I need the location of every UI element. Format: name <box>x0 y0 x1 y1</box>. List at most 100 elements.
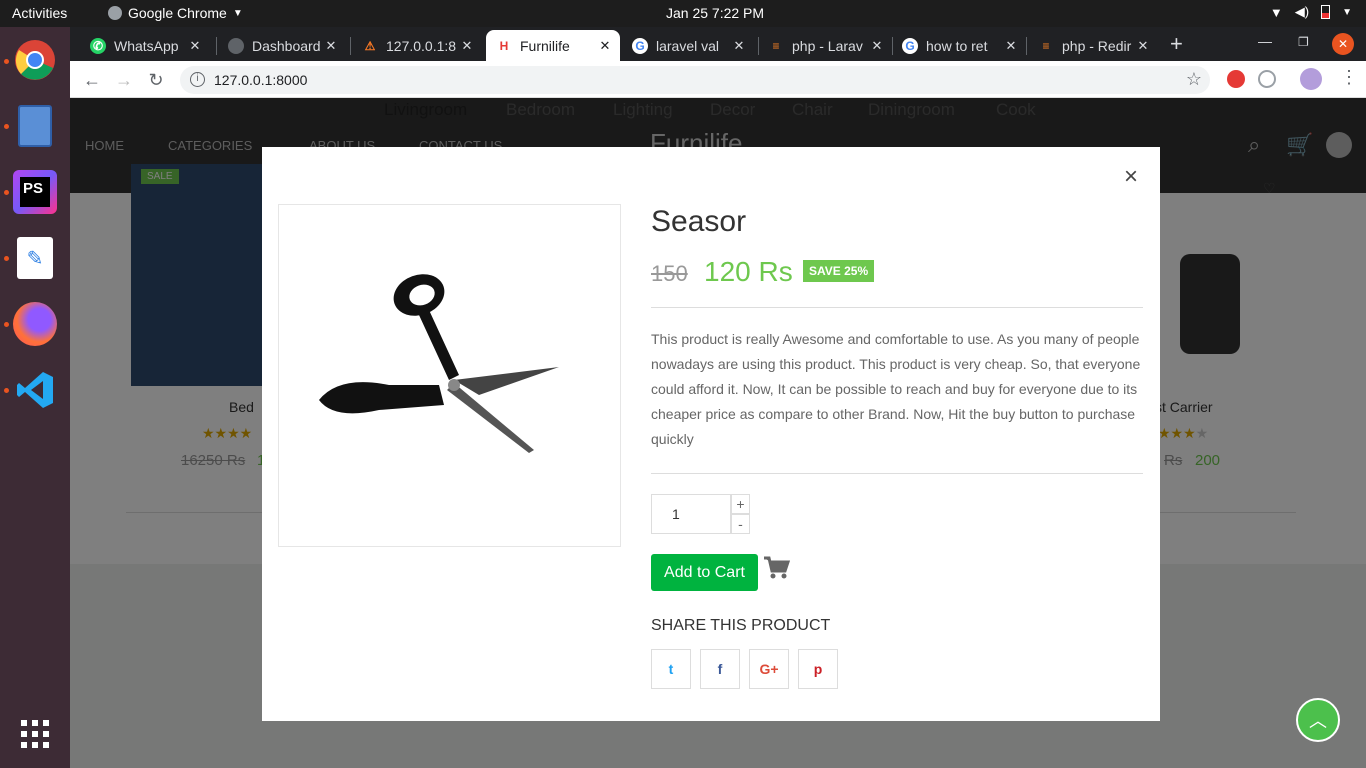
bookmark-star-icon[interactable]: ☆ <box>1186 69 1202 90</box>
tab-separator <box>216 37 217 55</box>
minimize-button[interactable]: — <box>1258 33 1272 49</box>
close-tab-icon[interactable]: ✕ <box>730 38 748 54</box>
close-tab-icon[interactable]: ✕ <box>458 38 476 54</box>
new-price: 120 Rs <box>704 256 793 287</box>
forward-button[interactable]: → <box>112 68 136 92</box>
close-tab-icon[interactable]: ✕ <box>322 38 340 54</box>
stackoverflow-icon: ≡ <box>1042 38 1050 53</box>
globe-icon <box>228 37 244 54</box>
tab-label: Dashboard <box>252 37 321 54</box>
scissors-icon <box>319 274 559 453</box>
tab-label: Furnilife <box>520 37 570 54</box>
running-indicator <box>4 59 9 64</box>
info-icon[interactable]: i <box>190 72 205 87</box>
system-tray[interactable]: ▼ ◀) ▼ <box>1270 4 1352 20</box>
facebook-icon: f <box>717 661 723 677</box>
furnilife-icon: H <box>499 38 509 53</box>
firefox-icon[interactable] <box>11 300 59 348</box>
product-description: This product is really Awesome and comfo… <box>651 331 1141 447</box>
tab-php-laravel[interactable]: ≡ php - Larav ✕ <box>758 30 892 61</box>
activities-button[interactable]: Activities <box>12 5 67 21</box>
avatar[interactable] <box>1300 68 1322 90</box>
chevron-up-icon: ︿ <box>1309 711 1327 731</box>
tab-dashboard[interactable]: Dashboard ✕ <box>218 30 346 61</box>
close-tab-icon[interactable]: ✕ <box>868 38 886 54</box>
close-modal-icon[interactable]: × <box>1124 163 1138 191</box>
stackoverflow-icon: ≡ <box>772 38 780 53</box>
address-bar-row: ← → ↻ i 127.0.0.1:8000 ☆ ⋮ <box>70 61 1366 98</box>
pinterest-icon: p <box>813 661 823 677</box>
extension-icon[interactable] <box>1227 70 1245 88</box>
tab-label: WhatsApp <box>114 37 179 54</box>
files-icon[interactable] <box>11 102 59 150</box>
facebook-share-button[interactable]: f <box>700 649 740 689</box>
old-price: 150 <box>651 261 688 286</box>
chrome-icon[interactable] <box>11 36 59 84</box>
share-title: SHARE THIS PRODUCT <box>651 617 831 634</box>
url-text: 127.0.0.1:8000 <box>214 72 308 88</box>
tab-furnilife[interactable]: H Furnilife ✕ <box>486 30 620 61</box>
cart-icon <box>762 554 791 582</box>
volume-icon: ◀) <box>1294 4 1310 19</box>
globe-extension-icon[interactable] <box>1258 70 1276 88</box>
phpstorm-icon[interactable]: PS <box>11 168 59 216</box>
divider <box>651 307 1143 308</box>
wifi-icon: ▼ <box>1269 4 1283 20</box>
quantity-decrease-button[interactable]: - <box>731 514 750 534</box>
tab-php-redirect[interactable]: ≡ php - Redir ✕ <box>1028 30 1158 61</box>
quantity-increase-button[interactable]: + <box>731 494 750 514</box>
system-top-bar: Activities Google Chrome ▼ Jan 25 7:22 P… <box>0 0 1366 27</box>
app-grid-icon[interactable] <box>11 710 59 758</box>
running-indicator <box>4 256 9 261</box>
reload-button[interactable]: ↻ <box>144 68 168 92</box>
back-button[interactable]: ← <box>80 68 104 92</box>
chevron-down-icon: ▼ <box>1342 6 1352 18</box>
google-plus-icon: G+ <box>759 661 779 677</box>
text-editor-icon[interactable]: ✎ <box>11 234 59 282</box>
clock[interactable]: Jan 25 7:22 PM <box>666 5 764 21</box>
tab-whatsapp[interactable]: ✆ WhatsApp ✕ <box>80 30 210 61</box>
new-tab-button[interactable]: + <box>1170 31 1183 57</box>
app-menu[interactable]: Google Chrome ▼ <box>108 5 243 21</box>
running-indicator <box>4 190 9 195</box>
running-indicator <box>4 322 9 327</box>
chevron-down-icon: ▼ <box>232 7 243 19</box>
close-window-button[interactable]: ✕ <box>1332 33 1354 55</box>
product-title: Seasor <box>651 205 747 238</box>
whatsapp-icon: ✆ <box>90 37 106 54</box>
scroll-to-top-button[interactable]: ︿ <box>1296 698 1340 742</box>
pinterest-share-button[interactable]: p <box>798 649 838 689</box>
tab-label: php - Larav <box>792 37 863 54</box>
twitter-share-button[interactable]: t <box>651 649 691 689</box>
close-tab-icon[interactable]: ✕ <box>1002 38 1020 54</box>
url-input[interactable]: i 127.0.0.1:8000 ☆ <box>180 66 1210 94</box>
close-tab-icon[interactable]: ✕ <box>596 38 614 54</box>
battery-icon <box>1321 5 1331 19</box>
quick-view-modal: × Seasor 150 120 Rs SAVE 25% This produc… <box>262 147 1160 721</box>
product-image <box>278 204 621 547</box>
tab-label: how to ret <box>926 37 988 54</box>
close-tab-icon[interactable]: ✕ <box>186 38 204 54</box>
chrome-icon <box>108 6 122 20</box>
xampp-icon: ⚠ <box>364 38 376 53</box>
more-menu-icon[interactable]: ⋮ <box>1340 67 1358 88</box>
add-to-cart-button[interactable]: Add to Cart <box>651 554 758 591</box>
app-menu-label: Google Chrome <box>128 5 227 21</box>
tab-label: php - Redir <box>1062 37 1132 54</box>
close-tab-icon[interactable]: ✕ <box>1134 38 1152 54</box>
divider <box>651 473 1143 474</box>
save-badge: SAVE 25% <box>803 260 875 282</box>
tab-label: laravel val <box>656 37 720 54</box>
google-plus-share-button[interactable]: G+ <box>749 649 789 689</box>
vscode-icon[interactable] <box>11 366 59 414</box>
tab-how-to[interactable]: G how to ret ✕ <box>892 30 1026 61</box>
twitter-icon: t <box>668 661 674 677</box>
quantity-input[interactable]: 1 <box>651 494 731 534</box>
running-indicator <box>4 124 9 129</box>
tab-label: 127.0.0.1:8 <box>386 37 457 54</box>
tab-laravel-validation[interactable]: G laravel val ✕ <box>622 30 754 61</box>
google-icon: G <box>632 37 648 54</box>
tab-separator <box>350 37 351 55</box>
maximize-button[interactable]: ❐ <box>1298 35 1309 49</box>
tab-localhost[interactable]: ⚠ 127.0.0.1:8 ✕ <box>352 30 482 61</box>
